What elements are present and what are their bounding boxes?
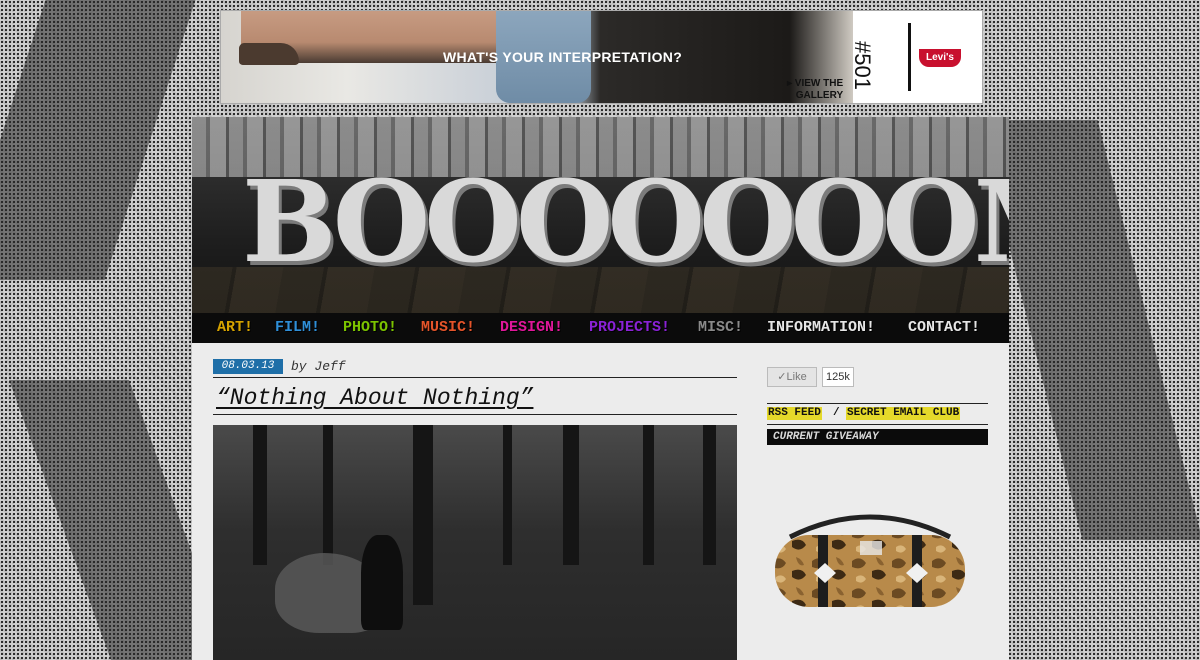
- masthead: BOOOOOOOM ART! FILM! PHOTO! MUSIC! DESIG…: [192, 117, 1009, 343]
- nav-music[interactable]: MUSIC!: [421, 319, 475, 336]
- site-frame: BOOOOOOOM ART! FILM! PHOTO! MUSIC! DESIG…: [192, 117, 1009, 660]
- tree-trunk: [323, 425, 333, 565]
- post-date: 08.03.13: [213, 359, 283, 374]
- link-separator: /: [833, 407, 840, 419]
- top-banner-ad[interactable]: WHAT'S YOUR INTERPRETATION? ▸ VIEW THE G…: [220, 10, 983, 104]
- person-figure: [361, 535, 403, 630]
- tree-trunk: [563, 425, 579, 565]
- nav-photo[interactable]: PHOTO!: [343, 319, 397, 336]
- nav-design[interactable]: DESIGN!: [500, 319, 563, 336]
- giveaway-duffel-bag-image[interactable]: [770, 497, 970, 615]
- tree-trunk: [643, 425, 654, 565]
- sidebar-divider: [767, 424, 988, 425]
- tree-trunk: [503, 425, 512, 565]
- nav-information[interactable]: INFORMATION!: [767, 319, 875, 336]
- tree-trunk: [253, 425, 267, 565]
- nav-art[interactable]: ART!: [217, 319, 253, 336]
- secret-email-club-link[interactable]: SECRET EMAIL CLUB: [846, 407, 961, 420]
- nav-contact[interactable]: CONTACT!: [908, 319, 980, 336]
- post-divider: [213, 414, 737, 415]
- facebook-like-button[interactable]: ✓Like: [767, 367, 817, 387]
- rss-feed-link[interactable]: RSS FEED: [767, 407, 822, 420]
- ad-headline: WHAT'S YOUR INTERPRETATION?: [443, 49, 683, 65]
- ad-view-gallery-link[interactable]: ▸ VIEW THE GALLERY: [787, 78, 843, 102]
- ad-divider: [908, 23, 911, 91]
- sidebar-divider: [767, 403, 988, 404]
- post-author[interactable]: by Jeff: [291, 359, 346, 374]
- background-shape: [0, 0, 196, 280]
- levis-logo: Levi's: [919, 49, 961, 67]
- tree-trunk: [703, 425, 716, 565]
- ad-product-number: #501: [850, 41, 875, 90]
- giveaway-label: CURRENT GIVEAWAY: [773, 431, 879, 443]
- background-shape: [977, 120, 1200, 540]
- ad-cta-line1: ▸ VIEW THE: [787, 78, 844, 89]
- nav-film[interactable]: FILM!: [275, 319, 320, 336]
- ad-cta-line2: GALLERY: [795, 90, 844, 101]
- main-nav: ART! FILM! PHOTO! MUSIC! DESIGN! PROJECT…: [192, 313, 1009, 343]
- tree-trunk: [413, 425, 433, 605]
- site-logo[interactable]: BOOOOOOOM: [242, 157, 1009, 288]
- giveaway-header: CURRENT GIVEAWAY: [767, 429, 988, 445]
- post-title[interactable]: “Nothing About Nothing”: [216, 385, 533, 411]
- ad-shoe-image: [239, 43, 299, 65]
- post-meta: 08.03.13 by Jeff: [213, 359, 737, 378]
- post-video-still[interactable]: [213, 425, 737, 660]
- nav-misc[interactable]: MISC!: [698, 319, 743, 336]
- nav-projects[interactable]: PROJECTS!: [589, 319, 670, 336]
- like-count: 125k: [822, 367, 854, 387]
